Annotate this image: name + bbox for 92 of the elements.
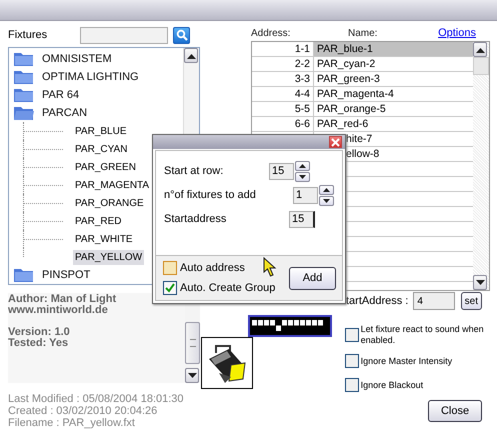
caret-down-icon	[299, 174, 306, 178]
field-label: Startaddress	[164, 213, 226, 225]
checkbox[interactable]	[344, 354, 359, 368]
tree-folder[interactable]: PARCAN	[9, 104, 183, 122]
search-field[interactable]	[80, 26, 168, 44]
number-field[interactable]: 15	[289, 210, 315, 228]
number-field[interactable]: 1	[293, 186, 318, 204]
address-cell: 2-2	[294, 58, 310, 70]
address-cell: 3-3	[294, 73, 310, 85]
folder-icon	[13, 87, 35, 103]
caret-down-icon	[188, 372, 196, 378]
options-link[interactable]: Options	[438, 27, 476, 39]
info-text: Author: Man of Light	[8, 293, 116, 305]
folder-icon	[13, 69, 35, 85]
option-label: Let fixture react to sound when enabled.	[360, 324, 485, 346]
field-label: n°of fixtures to add	[164, 189, 256, 201]
field-label: Start at row:	[164, 165, 224, 177]
name-cell: PAR_cyan-2	[317, 58, 376, 70]
scroll-thumb[interactable]	[185, 322, 200, 364]
meta-text: Last Modified : 05/08/2004 18:01:30	[8, 393, 185, 405]
info-text: Tested: Yes	[8, 337, 68, 349]
checkbox[interactable]	[163, 281, 177, 295]
check-icon	[164, 282, 176, 294]
info-text: www.mintiworld.de	[8, 304, 108, 316]
caret-down-icon	[476, 280, 484, 286]
table-row[interactable]: 4-4 PAR_magenta-4	[252, 87, 473, 102]
address-cell: 4-4	[294, 88, 310, 100]
fixtures-label: Fixtures	[8, 29, 48, 41]
caret-down-icon	[323, 198, 330, 202]
number-field[interactable]: 15	[269, 162, 294, 180]
spin-up-button[interactable]	[295, 160, 310, 170]
tree-item[interactable]: PAR_GREEN	[73, 160, 138, 174]
name-cell: PAR_blue-1	[317, 43, 373, 55]
name-cell: PAR_green-3	[317, 73, 380, 85]
info-text: Version: 1.0	[8, 326, 70, 338]
name-cell: PAR_orange-5	[317, 103, 386, 115]
folder-icon	[13, 267, 35, 283]
close-icon	[331, 138, 340, 146]
option-label: Ignore Master Intensity	[360, 356, 452, 366]
tree-folder[interactable]: OPTIMA LIGHTING	[9, 68, 183, 86]
close-button[interactable]: Close	[428, 400, 482, 422]
tree-folder[interactable]: OMNISISTEM	[9, 50, 183, 68]
table-row[interactable]: 5-5 PAR_orange-5	[252, 102, 473, 117]
name-cell: ellow-8	[346, 148, 380, 160]
scroll-down-button[interactable]	[473, 275, 487, 290]
spin-down-button[interactable]	[295, 172, 310, 182]
start-address-label: tartAddress :	[346, 295, 408, 307]
checkbox-label: Auto address	[180, 262, 245, 274]
tree-folder[interactable]: PAR 64	[9, 86, 183, 104]
address-cell: 5-5	[294, 103, 310, 115]
search-button[interactable]	[173, 26, 190, 44]
caret-up-icon	[476, 46, 484, 52]
table-row[interactable]: 2-2 PAR_cyan-2	[252, 57, 473, 72]
spin-up-button[interactable]	[319, 184, 334, 194]
close-button[interactable]	[329, 136, 342, 148]
scroll-up-button[interactable]	[184, 48, 198, 63]
option-label: Ignore Blackout	[360, 380, 424, 390]
name-header: Name:	[348, 28, 378, 38]
checkbox[interactable]	[344, 328, 359, 342]
checkbox[interactable]	[344, 378, 359, 392]
address-cell: 1-1	[294, 43, 310, 55]
caret-up-icon	[299, 164, 306, 168]
tree-item[interactable]: PAR_CYAN	[73, 142, 130, 156]
name-cell: PAR_magenta-4	[317, 88, 394, 100]
caret-up-icon	[323, 188, 330, 192]
scroll-thumb[interactable]	[473, 57, 489, 75]
set-button[interactable]: set	[460, 292, 482, 310]
tree-item[interactable]: PAR_ORANGE	[73, 196, 146, 210]
address-header: Address:	[251, 28, 292, 38]
spin-down-button[interactable]	[319, 196, 334, 206]
tree-item[interactable]: PAR_MAGENTA	[73, 178, 152, 192]
meta-text: Filename : PAR_yellow.fxt	[8, 417, 136, 429]
tree-item[interactable]: PAR_BLUE	[73, 124, 129, 138]
start-address-field[interactable]: 4	[413, 292, 456, 310]
add-button[interactable]: Add	[289, 266, 336, 290]
checkbox[interactable]	[163, 261, 177, 275]
tree-item[interactable]: PAR_RED	[73, 214, 124, 228]
name-cell: hite-7	[346, 133, 372, 145]
search-icon	[176, 29, 188, 41]
tree-item[interactable]: PAR_WHITE	[73, 232, 135, 246]
meta-text: Created : 03/02/2010 20:04:26	[8, 405, 158, 417]
table-row[interactable]: 3-3 PAR_green-3	[252, 72, 473, 87]
mouse-cursor-icon	[263, 257, 277, 277]
caret-up-icon	[186, 52, 196, 58]
tree-item[interactable]: PAR_YELLOW	[73, 250, 144, 264]
folder-icon	[13, 51, 35, 67]
address-cell: 6-6	[294, 118, 310, 130]
scroll-up-button[interactable]	[473, 42, 487, 57]
checkbox-label: Auto. Create Group	[180, 282, 276, 294]
table-row[interactable]: 6-6 PAR_red-6	[252, 117, 473, 132]
scroll-down-button[interactable]	[185, 368, 199, 383]
name-cell: PAR_red-6	[317, 118, 368, 130]
